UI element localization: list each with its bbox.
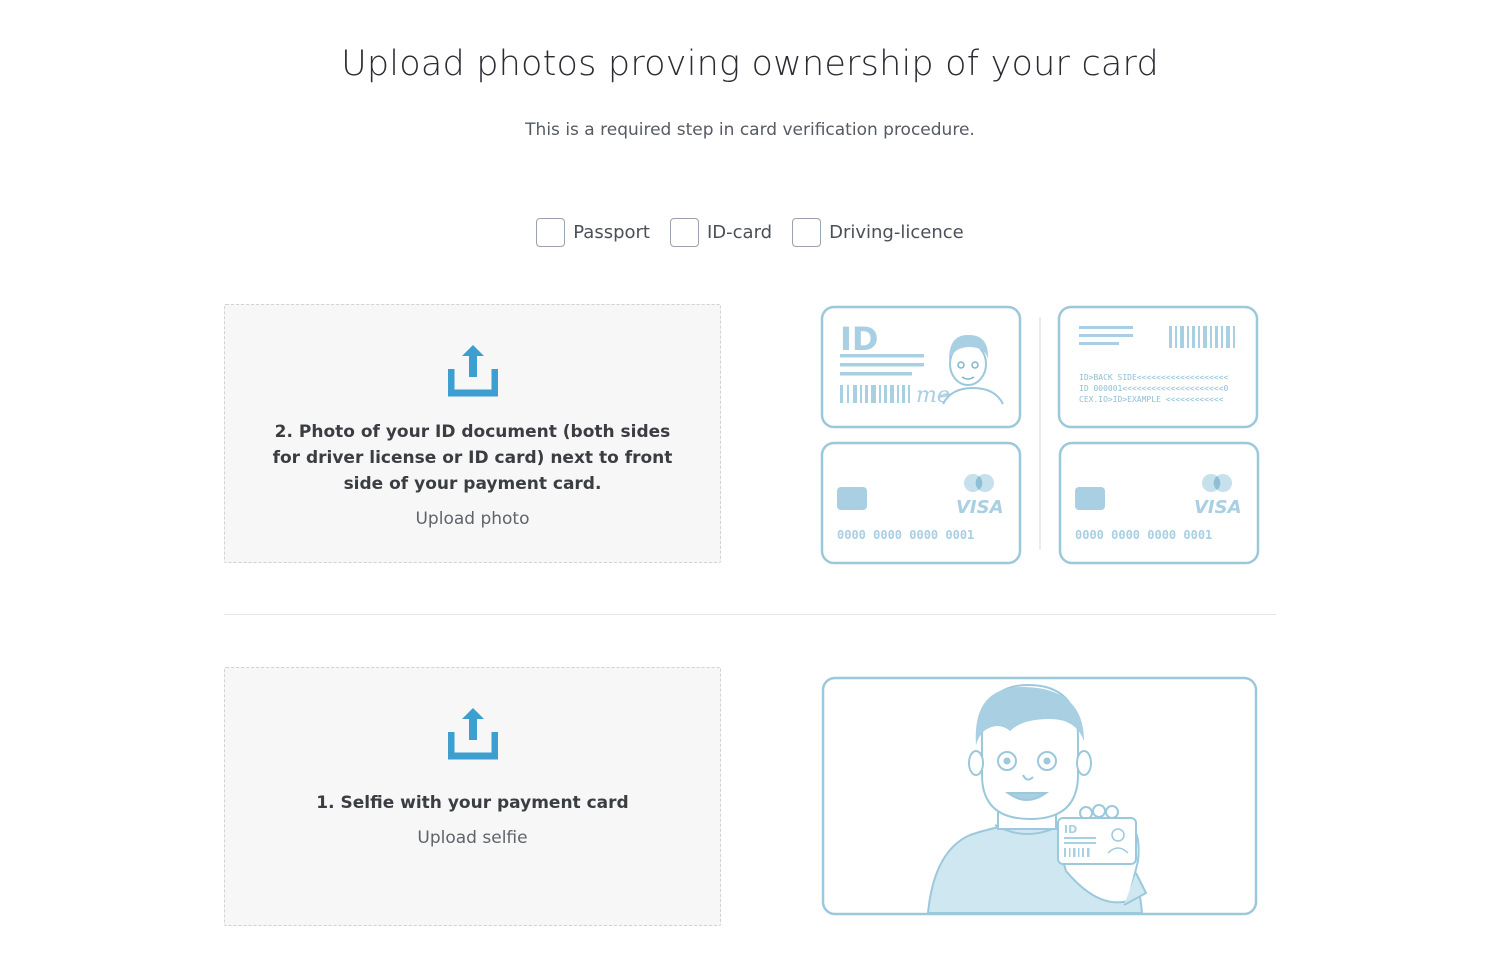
selfie-illustration: ID xyxy=(821,676,1258,916)
id-back-line-3: CEX.IO>ID>EXAMPLE <<<<<<<<<<<< xyxy=(1079,395,1224,404)
selfie-card-title: ID xyxy=(1064,823,1077,836)
id-card-checkbox[interactable] xyxy=(670,218,699,247)
payment-card-front-2: VISA 0000 0000 0000 0001 xyxy=(1075,474,1242,542)
card-number-2: 0000 0000 0000 0001 xyxy=(1075,528,1212,542)
card-number-1: 0000 0000 0000 0001 xyxy=(837,528,974,542)
payment-card-front-1: VISA 0000 0000 0000 0001 xyxy=(837,474,1004,542)
id-document-illustration: ID me ID>BACK SIDE<<<<<<<<<<<<<<<<<<< ID… xyxy=(820,305,1260,565)
card-brand-1: VISA xyxy=(956,497,1004,518)
passport-checkbox[interactable] xyxy=(536,218,566,247)
page-subtitle: This is a required step in card verifica… xyxy=(525,120,975,140)
upload-selfie-link[interactable]: Upload selfie xyxy=(417,828,527,848)
upload-id-document-dropzone[interactable]: 2. Photo of your ID document (both sides… xyxy=(224,304,721,563)
upload-photo-link[interactable]: Upload photo xyxy=(415,509,529,529)
id-back-card: ID>BACK SIDE<<<<<<<<<<<<<<<<<<< ID 00000… xyxy=(1079,326,1235,404)
id-front-title: ID xyxy=(840,320,878,358)
driving-licence-label: Driving-licence xyxy=(829,222,964,243)
document-option-driving-licence[interactable]: Driving-licence xyxy=(792,218,964,247)
card-brand-2: VISA xyxy=(1194,497,1242,518)
section-divider xyxy=(224,614,1276,615)
id-back-line-2: ID 000001<<<<<<<<<<<<<<<<<<<<<0 xyxy=(1079,384,1228,393)
id-front-card: ID me xyxy=(840,320,1004,408)
upload-id-description: 2. Photo of your ID document (both sides… xyxy=(272,422,673,494)
page-title: Upload photos proving ownership of your … xyxy=(341,44,1159,84)
id-card-label: ID-card xyxy=(707,222,773,243)
passport-label: Passport xyxy=(573,222,650,243)
upload-icon xyxy=(447,708,498,760)
upload-selfie-description: 1. Selfie with your payment card xyxy=(316,793,629,813)
id-back-line-1: ID>BACK SIDE<<<<<<<<<<<<<<<<<<< xyxy=(1079,373,1228,382)
id-front-signature: me xyxy=(916,383,950,408)
upload-icon xyxy=(447,345,498,397)
document-option-id-card[interactable]: ID-card xyxy=(670,218,772,247)
document-type-selector: Passport ID-card Driving-licence xyxy=(0,218,1500,247)
upload-selfie-dropzone[interactable]: 1. Selfie with your payment card Upload … xyxy=(224,667,721,926)
driving-licence-checkbox[interactable] xyxy=(792,218,822,247)
document-option-passport[interactable]: Passport xyxy=(536,218,650,247)
